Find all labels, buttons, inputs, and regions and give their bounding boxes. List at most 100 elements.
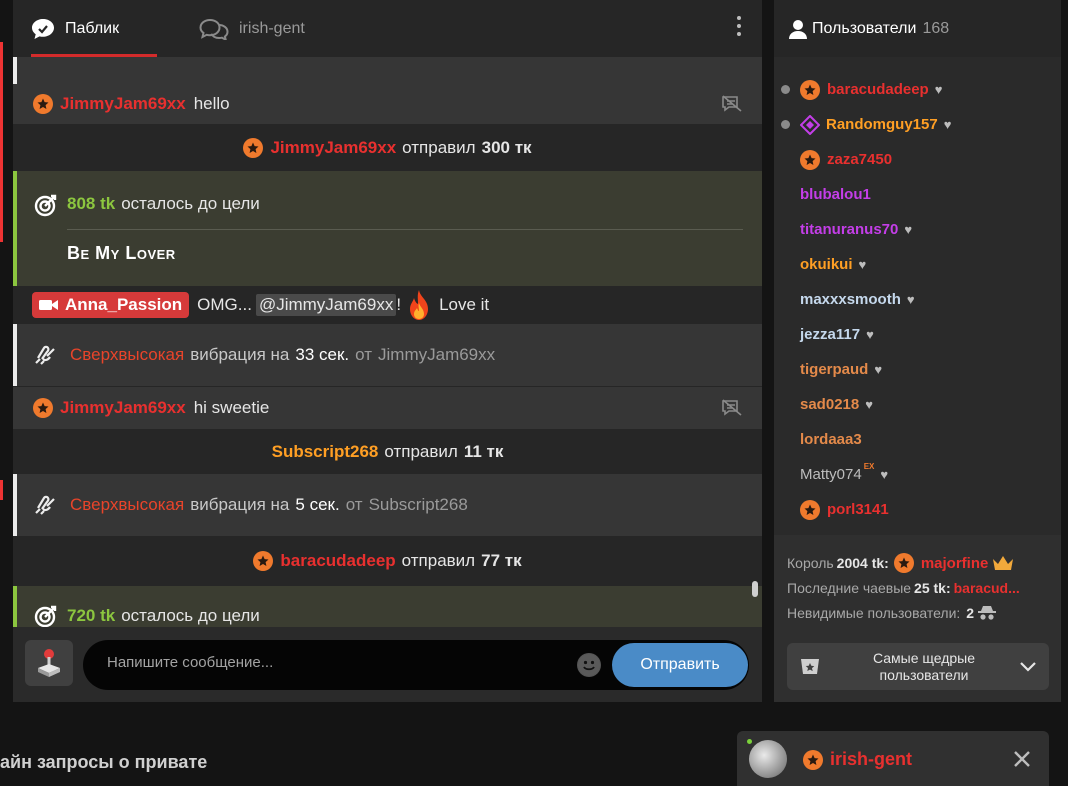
emoji-icon[interactable] [577, 653, 601, 677]
message-input-wrapper: Отправить [83, 640, 749, 690]
user-list-item[interactable]: jezza117 ♥ [774, 317, 1061, 352]
star-badge-icon [243, 137, 264, 158]
star-badge-icon [893, 553, 914, 573]
user-list-item[interactable]: Matty074 EX ♥ [774, 457, 1061, 492]
target-icon [34, 605, 57, 627]
tip-username[interactable]: baracudadeep [280, 551, 395, 571]
translate-icon[interactable] [721, 95, 743, 113]
tip-sent-label: отправил [401, 551, 476, 570]
message-row [13, 57, 762, 84]
goal-title: Be My Lover [67, 243, 176, 263]
broadcaster-message: Anna_Passion OMG... @JimmyJam69xx ! Love… [13, 286, 762, 324]
user-list-item[interactable]: blubalou1 [774, 177, 1061, 212]
heart-icon: ♥ [906, 292, 915, 307]
online-indicator [747, 739, 752, 744]
king-name[interactable]: majorfine [921, 555, 989, 572]
user-list-item[interactable]: tigerpaud ♥ [774, 352, 1061, 387]
vibration-user[interactable]: JimmyJam69xx [378, 345, 495, 365]
invisible-label: Невидимые пользователи: [787, 605, 961, 621]
chat-message: JimmyJam69xx hello [13, 84, 762, 124]
vibration-message: Сверхвысокая вибрация на 5 сек. от Subsc… [13, 474, 762, 536]
user-list-item[interactable]: zaza7450 [774, 142, 1061, 177]
heart-icon: ♥ [880, 467, 889, 482]
dm-card[interactable]: irish-gent [737, 731, 1049, 786]
message-input[interactable] [107, 654, 567, 671]
user-list-item[interactable]: porl3141 [774, 492, 1061, 527]
input-bar: Отправить [13, 627, 762, 702]
user-list-item[interactable]: maxxxsmooth ♥ [774, 282, 1061, 317]
avatar[interactable] [749, 740, 787, 778]
user-name: Matty074 [800, 466, 862, 483]
dm-name[interactable]: irish-gent [830, 749, 912, 770]
tip-username[interactable]: Subscript268 [272, 442, 379, 462]
fire-emoji-icon [410, 290, 429, 320]
message-text: Love it [439, 295, 490, 314]
camera-icon [39, 300, 58, 310]
vibration-duration: 5 сек. [295, 495, 340, 514]
last-tip-label: Последние чаевые [787, 580, 912, 596]
tab-public[interactable]: Паблик [31, 0, 157, 57]
last-tip-name[interactable]: baracud... [954, 580, 1020, 596]
user-name: Randomguy157 [826, 116, 938, 133]
page-edge-strip [0, 42, 3, 242]
message-username[interactable]: JimmyJam69xx [60, 398, 186, 418]
message-username[interactable]: JimmyJam69xx [60, 94, 186, 114]
mention-chip[interactable]: @JimmyJam69xx [255, 294, 397, 316]
joystick-icon [38, 649, 60, 677]
vibration-duration: 33 сек. [295, 345, 350, 364]
chat-header: Паблик irish-gent [13, 0, 762, 57]
user-name: tigerpaud [800, 361, 869, 378]
vibration-level: Сверхвысокая [70, 495, 185, 514]
tip-message: baracudadeep отправил 77 тк [13, 536, 762, 586]
tab-private-irish-gent[interactable]: irish-gent [199, 0, 305, 57]
send-button[interactable]: Отправить [612, 643, 748, 687]
status-dot [781, 120, 790, 129]
star-badge-icon [800, 149, 820, 170]
users-footer: Король 2004 tk: majorfine Последние чаев… [774, 535, 1061, 702]
broadcaster-badge[interactable]: Anna_Passion [32, 292, 190, 318]
heart-icon: ♥ [866, 327, 874, 342]
user-list-item[interactable]: Randomguy157 ♥ [774, 107, 1061, 142]
more-options-icon[interactable] [736, 16, 742, 40]
translate-icon[interactable] [721, 399, 743, 417]
user-icon [789, 19, 807, 39]
tip-sent-label: отправил [384, 441, 458, 461]
scrollbar-thumb[interactable] [752, 581, 758, 597]
tip-sent-label: отправил [402, 137, 476, 157]
chevron-down-icon [1020, 662, 1036, 672]
last-tip-amount: 25 tk: [914, 580, 951, 596]
broadcaster-name: Anna_Passion [65, 295, 183, 314]
leaderboard-icon [801, 659, 819, 674]
goal-amount: 720 tk [67, 606, 116, 625]
goal-message: 808 tk осталось до цели Be My Lover [13, 171, 762, 286]
goal-message: 720 tk осталось до цели [13, 586, 762, 627]
private-chat-icon [199, 18, 229, 40]
vibration-user[interactable]: Subscript268 [369, 495, 468, 515]
invisible-users-info: Невидимые пользователи: 2 [787, 605, 997, 621]
spy-icon [978, 606, 997, 620]
user-name: okuikui [800, 256, 853, 273]
tip-amount: 300 тк [481, 137, 532, 157]
user-list-item[interactable]: lordaaa3 [774, 422, 1061, 457]
ex-badge: EX [863, 462, 875, 471]
user-name: titanuranus70 [800, 221, 899, 238]
status-dot [781, 85, 790, 94]
message-text: hi sweetie [193, 398, 270, 417]
tab-private-label: irish-gent [239, 19, 305, 37]
user-list-item[interactable]: sad0218 ♥ [774, 387, 1061, 422]
chat-bubble-icon [32, 18, 54, 39]
user-list-item[interactable]: titanuranus70 ♥ [774, 212, 1061, 247]
vibration-level: Сверхвысокая [70, 345, 185, 364]
close-icon[interactable] [1013, 748, 1031, 774]
games-button[interactable] [25, 640, 73, 686]
user-list-item[interactable]: baracudadeep ♥ [774, 72, 1061, 107]
top-tippers-dropdown[interactable]: Самые щедрые пользователи [787, 643, 1049, 690]
diamond-badge-icon [800, 114, 820, 135]
user-list-item[interactable]: okuikui ♥ [774, 247, 1061, 282]
tip-username[interactable]: JimmyJam69xx [270, 138, 396, 158]
tip-message: JimmyJam69xx отправил 300 тк [13, 124, 762, 171]
message-text: OMG... [197, 295, 252, 314]
user-name: blubalou1 [800, 186, 871, 203]
star-badge-icon [33, 398, 53, 418]
top-tippers-line2: пользователи [879, 666, 969, 683]
